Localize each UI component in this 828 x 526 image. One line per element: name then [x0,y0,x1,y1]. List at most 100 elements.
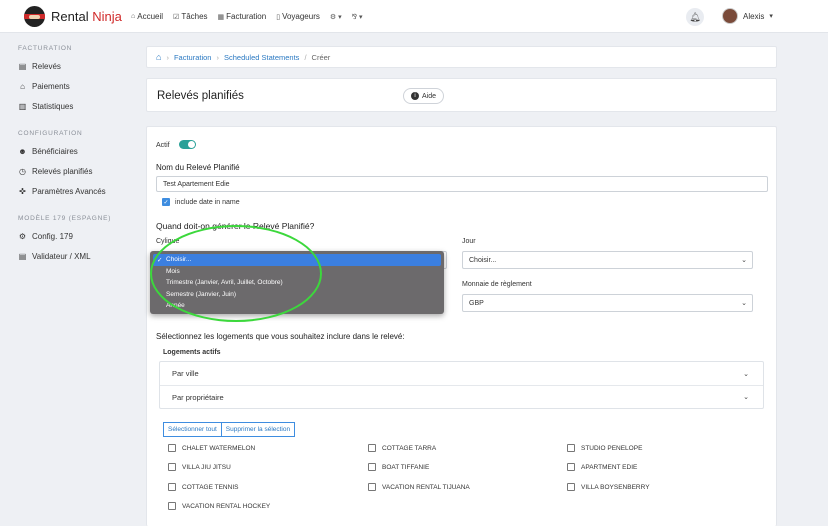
sidebar-item-releves[interactable]: ▤ Relevés [18,62,61,71]
sidebar-item-releves-planifies[interactable]: ◷ Relevés planifiés [18,167,92,176]
active-toggle[interactable] [179,140,196,149]
translate-icon: ⅋ ▾ [351,13,363,21]
checkbox[interactable] [368,483,376,491]
checkbox[interactable] [368,463,376,471]
chevron-down-icon: ⌄ [743,394,749,401]
tasks-icon: ☑ [173,13,180,21]
property-checkbox-item[interactable]: BOAT TIFFANIE [368,463,429,471]
sidebar-item-validateur-xml[interactable]: ▤ Validateur / XML [18,252,91,261]
notifications-bell-icon[interactable]: 🔔︎ [686,8,704,26]
name-label: Nom du Relevé Planifié [156,163,240,172]
sidebar-item-config-179[interactable]: ⚙ Config. 179 [18,232,73,241]
brand-name-part2: Ninja [92,9,122,24]
chevron-down-icon: ⌄ [743,370,749,378]
breadcrumb: ⌂ › Facturation › Scheduled Statements /… [146,46,777,68]
checkbox[interactable] [567,483,575,491]
property-checkbox-item[interactable]: VACATION RENTAL TIJUANA [368,483,470,491]
file-code-icon: ▤ [18,252,27,261]
ninja-logo-icon [24,6,45,27]
gear-icon: ⚙ [18,232,27,241]
checkmark-icon: ✓ [157,256,163,264]
clear-selection-button[interactable]: Supprimer la sélection [221,422,296,437]
checkbox[interactable] [567,444,575,452]
property-checkbox-item[interactable]: APARTMENT EDIE [567,463,637,471]
top-navbar: Rental Ninja ⌂ Accueil ☑ Tâches ▦ Facturati… [0,0,828,33]
luggage-icon: ▯ [276,13,281,21]
chevron-down-icon: ⌄ [741,257,747,264]
property-filters: Par ville ⌄ Par propriétaire ⌄ [159,361,764,409]
nav-item-voyageurs[interactable]: ▯ Voyageurs [276,12,320,21]
active-label: Actif [156,142,170,149]
when-question: Quand doit-on générer le Relevé Planifié… [156,221,315,231]
sidebar-item-parametres-avances[interactable]: ✜ Paramètres Avancés [18,187,106,196]
gear-icon: ⚙ ▾ [329,13,342,21]
property-checkbox-item[interactable]: VACATION RENTAL HOCKEY [168,502,270,510]
selection-button-group: Sélectionner tout Supprimer la sélection [163,422,296,437]
cycle-option-annee[interactable]: Année [153,300,441,312]
help-button[interactable]: i Aide [403,88,445,104]
sliders-icon: ✜ [19,187,26,196]
statements-icon: ▤ [18,62,27,71]
cycle-dropdown-list: ✓ Choisir... Mois Trimestre (Janvier, Avr… [150,251,444,314]
sidebar-item-beneficiaires[interactable]: ☻ Bénéficiaires [18,147,78,156]
home-icon: ⌂ [131,13,136,20]
property-checkbox-item[interactable]: VILLA BOYSENBERRY [567,483,650,491]
sidebar-section-title: FACTURATION [18,45,73,52]
property-checkbox-item[interactable]: VILLA JIU JITSU [168,463,231,471]
brand-name-part1: Rental [51,9,89,24]
checkbox[interactable] [368,444,376,452]
chart-icon: ▥ [18,102,27,111]
users-icon: ☻ [18,147,27,156]
cycle-option-choisir[interactable]: ✓ Choisir... [153,254,441,266]
select-all-button[interactable]: Sélectionner tout [163,422,222,437]
page-title: Relevés planifiés [157,90,244,102]
language-menu[interactable]: ⅋ ▾ [352,12,363,21]
filter-by-city[interactable]: Par ville ⌄ [160,362,763,385]
checkbox[interactable] [168,463,176,471]
property-checkbox-item[interactable]: STUDIO PENELOPE [567,444,642,452]
cycle-option-trimestre[interactable]: Trimestre (Janvier, Avril, Juillet, Octo… [153,277,441,289]
info-icon: i [411,92,419,100]
cycle-option-mois[interactable]: Mois [153,266,441,278]
nav-item-accueil[interactable]: ⌂ Accueil [131,12,163,21]
bank-icon: ⌂ [20,82,25,91]
user-name: Alexis [743,11,765,21]
breadcrumb-link-scheduled-statements[interactable]: Scheduled Statements [224,53,299,62]
sidebar: FACTURATION ▤ Relevés ⌂ Paiements ▥ Statist… [0,34,145,526]
include-date-label: include date in name [175,199,240,206]
breadcrumb-current: Créer [311,52,331,62]
active-properties-label: Logements actifs [163,349,221,356]
billing-icon: ▦ [217,13,225,21]
sidebar-item-statistiques[interactable]: ▥ Statistiques [18,102,74,111]
chevron-down-icon: ⌄ [741,300,747,307]
brand-logo[interactable]: Rental Ninja [24,6,122,27]
home-icon[interactable]: ⌂ [156,52,161,62]
filter-by-owner[interactable]: Par propriétaire ⌄ [160,385,763,408]
checkbox[interactable] [168,483,176,491]
sidebar-section-title: MODÈLE 179 (ESPAGNE) [18,215,112,222]
user-menu[interactable]: Alexis ▾ [722,8,773,24]
alarm-clock-icon: ◷ [19,167,26,176]
checkbox[interactable] [168,502,176,510]
checkbox[interactable] [567,463,575,471]
avatar [722,8,738,24]
currency-label: Monnaie de règlement [462,281,532,288]
page-header: Relevés planifiés i Aide [146,78,777,112]
property-checkbox-item[interactable]: CHALET WATERMELON [168,444,255,452]
sidebar-section-title: CONFIGURATION [18,130,83,137]
property-checkbox-item[interactable]: COTTAGE TENNIS [168,483,238,491]
chevron-down-icon: ▾ [769,13,773,20]
cycle-option-semestre[interactable]: Semestre (Janvier, Juin) [153,289,441,301]
statement-name-input[interactable]: Test Apartement Edie [156,176,768,192]
settings-menu[interactable]: ⚙ ▾ [330,12,342,21]
nav-item-taches[interactable]: ☑ Tâches [173,12,208,21]
property-checkbox-item[interactable]: COTTAGE TARRA [368,444,436,452]
sidebar-item-paiements[interactable]: ⌂ Paiements [18,82,70,91]
currency-select[interactable]: GBP ⌄ [462,294,753,312]
breadcrumb-link-facturation[interactable]: Facturation [174,53,212,62]
day-label: Jour [462,238,476,245]
include-date-checkbox[interactable]: ✓ [162,198,170,206]
day-select[interactable]: Choisir... ⌄ [462,251,753,269]
checkbox[interactable] [168,444,176,452]
nav-item-facturation[interactable]: ▦ Facturation [218,12,267,21]
